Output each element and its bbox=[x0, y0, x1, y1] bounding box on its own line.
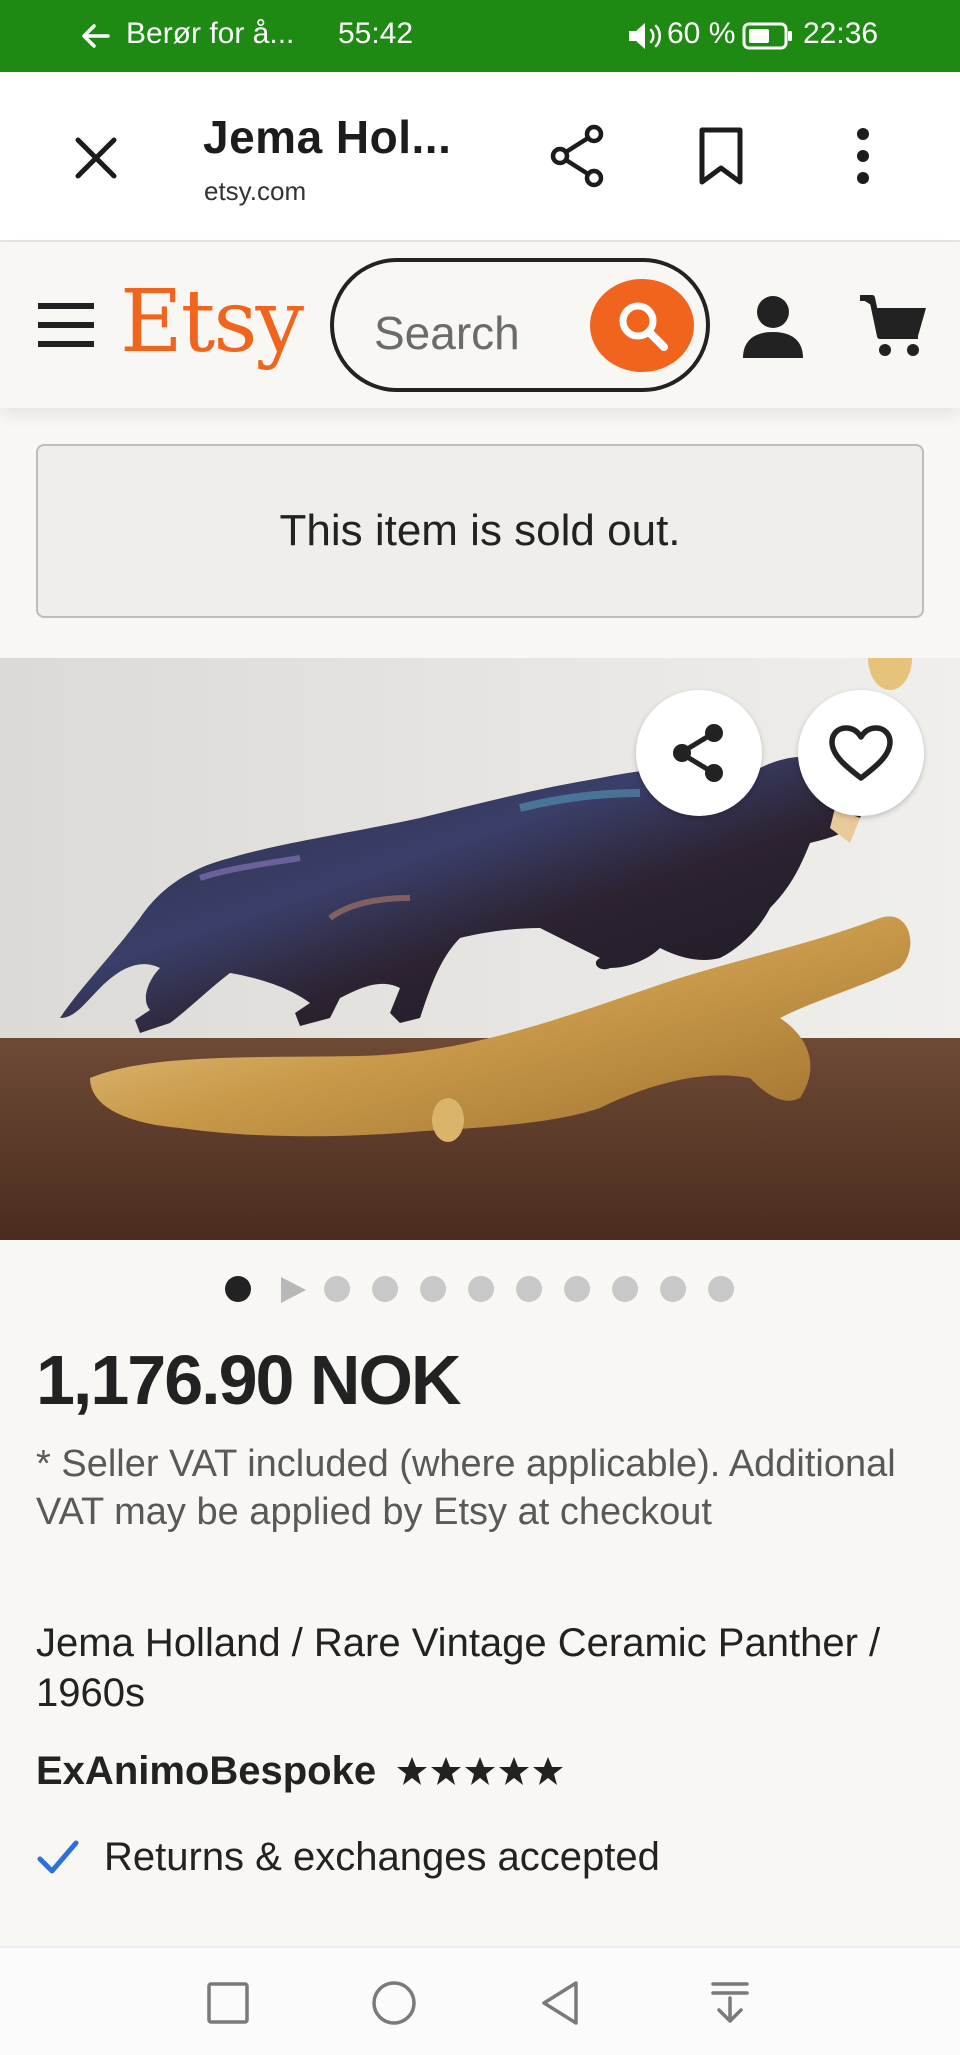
carousel-dot[interactable] bbox=[612, 1276, 638, 1302]
etsy-logo[interactable]: Etsy bbox=[120, 272, 304, 372]
status-bar: Berør for å... 55:42 60 % 22:36 bbox=[0, 0, 960, 72]
carousel-indicator bbox=[0, 1272, 960, 1306]
shop-row: ExAnimoBespoke bbox=[36, 1746, 564, 1796]
battery-percent: 60 % bbox=[667, 17, 736, 50]
carousel-dot[interactable] bbox=[420, 1276, 446, 1302]
carousel-dot[interactable] bbox=[564, 1276, 590, 1302]
close-icon[interactable] bbox=[70, 132, 122, 184]
carousel-dot[interactable] bbox=[324, 1276, 350, 1302]
sold-out-notice: This item is sold out. bbox=[36, 444, 924, 618]
more-vert-icon[interactable] bbox=[846, 126, 880, 186]
back-arrow-icon[interactable] bbox=[78, 18, 114, 54]
star-icon bbox=[431, 1757, 462, 1785]
volume-icon bbox=[629, 23, 661, 49]
vat-note: * Seller VAT included (where applicable)… bbox=[36, 1443, 896, 1533]
carousel-dot[interactable] bbox=[468, 1276, 494, 1302]
status-notification-text[interactable]: Berør for å... bbox=[126, 17, 294, 51]
listing-price: 1,176.90 NOK bbox=[36, 1341, 461, 1419]
page-title: Jema Hol... bbox=[203, 111, 452, 163]
battery-icon bbox=[742, 22, 792, 50]
share-icon[interactable] bbox=[548, 124, 608, 188]
listing-title: Jema Holland / Rare Vintage Ceramic Pant… bbox=[36, 1621, 881, 1715]
status-timer: 55:42 bbox=[338, 17, 414, 50]
hamburger-menu-icon[interactable] bbox=[36, 300, 96, 350]
share-icon bbox=[673, 724, 723, 782]
star-icon bbox=[465, 1757, 496, 1785]
search-icon bbox=[619, 302, 668, 351]
star-icon bbox=[533, 1757, 564, 1785]
search-button[interactable] bbox=[590, 279, 694, 372]
browser-tab-toolbar: Jema Hol... etsy.com bbox=[0, 72, 960, 242]
favorite-button[interactable] bbox=[798, 690, 924, 816]
carousel-dot[interactable] bbox=[225, 1276, 251, 1302]
star-icon bbox=[397, 1757, 428, 1785]
carousel-dot[interactable] bbox=[660, 1276, 686, 1302]
search-placeholder: Search bbox=[374, 307, 520, 359]
recent-apps-icon[interactable] bbox=[203, 1978, 253, 2028]
heart-icon bbox=[829, 725, 893, 781]
check-icon bbox=[37, 1840, 79, 1874]
carousel-dot[interactable] bbox=[372, 1276, 398, 1302]
returns-policy: Returns & exchanges accepted bbox=[36, 1830, 660, 1884]
notification-pull-icon[interactable] bbox=[705, 1978, 755, 2028]
status-clock: 22:36 bbox=[803, 17, 879, 50]
returns-text: Returns & exchanges accepted bbox=[104, 1834, 660, 1879]
rating-stars[interactable] bbox=[396, 1755, 564, 1787]
search-input[interactable]: Search bbox=[330, 258, 710, 392]
bookmark-icon[interactable] bbox=[696, 126, 746, 186]
page-domain: etsy.com bbox=[204, 176, 307, 206]
video-play-icon[interactable] bbox=[278, 1276, 308, 1304]
etsy-header: Etsy Search bbox=[0, 242, 960, 408]
home-icon[interactable] bbox=[369, 1978, 419, 2028]
cart-icon[interactable] bbox=[858, 290, 928, 358]
carousel-dot[interactable] bbox=[708, 1276, 734, 1302]
shop-name-link[interactable]: ExAnimoBespoke bbox=[36, 1749, 376, 1794]
star-icon bbox=[499, 1757, 530, 1785]
image-share-button[interactable] bbox=[636, 690, 762, 816]
system-nav-bar bbox=[0, 1946, 960, 2055]
carousel-dot[interactable] bbox=[516, 1276, 542, 1302]
back-icon[interactable] bbox=[536, 1978, 586, 2028]
user-icon[interactable] bbox=[740, 292, 806, 360]
